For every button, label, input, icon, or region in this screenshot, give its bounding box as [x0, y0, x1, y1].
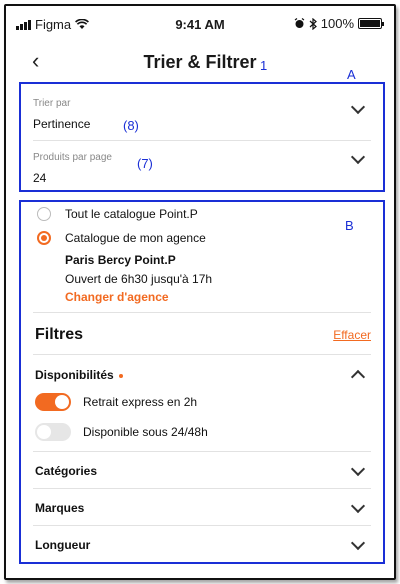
radio-all-catalogue-label[interactable]: Tout le catalogue Point.P [65, 207, 198, 221]
filter-section: B Tout le catalogue Point.P Catalogue de… [19, 200, 385, 564]
sort-section: Trier par Pertinence (8) Produits par pa… [19, 82, 385, 192]
length-row[interactable]: Longueur [33, 535, 371, 556]
phone-frame: Figma 9:41 AM 100% ‹ Trier & Filtrer 1 A [4, 4, 396, 580]
radio-agency-catalogue-label[interactable]: Catalogue de mon agence [65, 231, 206, 245]
express-pickup-label: Retrait express en 2h [83, 395, 198, 409]
change-agency-link[interactable]: Changer d'agence [65, 290, 169, 304]
availability-label: Disponibilités [35, 368, 123, 382]
sort-by-row[interactable]: Trier par Pertinence (8) [33, 98, 371, 140]
availability-label-text: Disponibilités [35, 368, 114, 382]
battery-icon [358, 18, 384, 29]
available-48h-toggle[interactable] [35, 423, 71, 441]
express-pickup-toggle[interactable] [35, 393, 71, 411]
toggle-knob [37, 425, 51, 439]
page-title-text: Trier & Filtrer [143, 52, 257, 72]
filters-title: Filtres [35, 326, 84, 343]
per-page-row[interactable]: Produits par page 24 (7) [33, 149, 371, 188]
toggle-knob [55, 395, 69, 409]
active-dot-icon [118, 373, 123, 378]
categories-row[interactable]: Catégories [33, 461, 371, 482]
divider [33, 488, 371, 489]
annotation-7: (7) [137, 156, 153, 171]
radio-all-catalogue[interactable] [37, 207, 51, 221]
battery-percent: 100% [320, 16, 354, 31]
chevron-down-icon [350, 535, 366, 551]
divider [33, 525, 371, 526]
status-right: 100% [294, 16, 384, 31]
available-48h-label: Disponible sous 24/48h [83, 425, 208, 439]
annotation-1: 1 [260, 58, 268, 73]
divider [33, 312, 371, 313]
status-bar: Figma 9:41 AM 100% [6, 6, 394, 46]
clear-filters-link[interactable]: Effacer [333, 328, 371, 342]
nav-bar: ‹ Trier & Filtrer 1 [6, 42, 394, 82]
length-label: Longueur [35, 538, 91, 552]
chevron-up-icon [350, 369, 366, 385]
agency-name: Paris Bercy Point.P [65, 253, 176, 267]
availability-header[interactable]: Disponibilités [33, 368, 371, 386]
annotation-8: (8) [123, 118, 139, 133]
agency-hours: Ouvert de 6h30 jusqu'à 17h [65, 272, 213, 286]
page-title: Trier & Filtrer [6, 52, 394, 73]
divider [33, 354, 371, 355]
alarm-icon [294, 18, 305, 28]
radio-agency-catalogue[interactable] [37, 231, 51, 245]
chevron-down-icon [350, 461, 366, 477]
bluetooth-icon [309, 17, 317, 30]
chevron-down-icon [350, 498, 366, 514]
per-page-value: 24 [33, 171, 47, 185]
sort-by-value: Pertinence [33, 117, 91, 131]
brands-row[interactable]: Marques [33, 498, 371, 519]
divider [33, 140, 371, 141]
divider [33, 451, 371, 452]
categories-label: Catégories [35, 464, 98, 478]
per-page-label: Produits par page [33, 152, 112, 163]
brands-label: Marques [35, 501, 85, 515]
sort-by-label: Trier par [33, 98, 71, 109]
annotation-b: B [345, 218, 354, 233]
annotation-a: A [347, 67, 356, 82]
